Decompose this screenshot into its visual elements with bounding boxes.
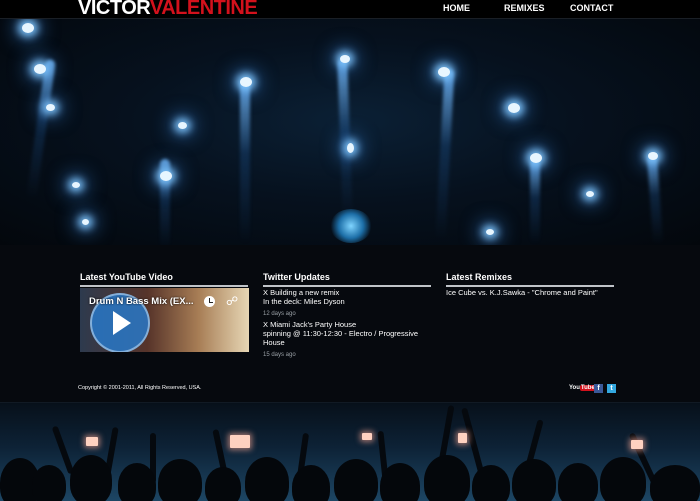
youtube-icon[interactable]: YouTube: [569, 384, 596, 393]
remixes-section-title: Latest Remixes: [446, 272, 614, 287]
logo-first-name: VICTOR: [78, 0, 150, 19]
tweet-timestamp: 15 days ago: [263, 352, 296, 358]
tweet-item: X Miami Jack's Party House spinning @ 11…: [263, 320, 433, 360]
remix-link[interactable]: Ice Cube vs. K.J.Sawka - "Chrome and Pai…: [446, 288, 598, 297]
nav-contact[interactable]: CONTACT: [570, 3, 613, 13]
logo-last-name: VALENTINE: [149, 0, 258, 19]
twitter-section-title: Twitter Updates: [263, 272, 431, 287]
youtube-you: You: [569, 385, 580, 391]
youtube-video-player[interactable]: Drum N Bass Mix (EX... ☍: [80, 288, 249, 352]
facebook-icon[interactable]: f: [594, 384, 603, 393]
top-nav-bar: VICTORVALENTINE HOME REMIXES CONTACT: [0, 0, 700, 19]
tweet-line: spinning @ 11:30-12:30 - Electro / Progr…: [263, 329, 419, 347]
copyright-text: Copyright © 2001-2011, All Rights Reserv…: [78, 385, 202, 391]
main-content: Latest YouTube Video Twitter Updates Lat…: [0, 245, 700, 402]
video-title[interactable]: Drum N Bass Mix (EX...: [89, 296, 194, 307]
tweet-item: X Building a new remix In the deck: Mile…: [263, 288, 433, 319]
clock-icon[interactable]: [204, 296, 215, 307]
tweet-line[interactable]: X Building a new remix: [263, 288, 433, 297]
site-logo[interactable]: VICTORVALENTINE: [78, 0, 258, 19]
tweet-line: In the deck: Miles Dyson: [263, 297, 345, 306]
nav-home[interactable]: HOME: [443, 3, 470, 13]
share-icon[interactable]: ☍: [226, 295, 238, 307]
crowd-image: [0, 402, 700, 501]
tweet-timestamp: 12 days ago: [263, 311, 296, 317]
nav-remixes[interactable]: REMIXES: [504, 3, 545, 13]
disco-ball: [330, 209, 372, 243]
twitter-icon[interactable]: t: [607, 384, 616, 393]
tweet-line[interactable]: X Miami Jack's Party House: [263, 320, 433, 329]
hero-concert-image: [0, 19, 700, 245]
youtube-section-title: Latest YouTube Video: [80, 272, 248, 287]
